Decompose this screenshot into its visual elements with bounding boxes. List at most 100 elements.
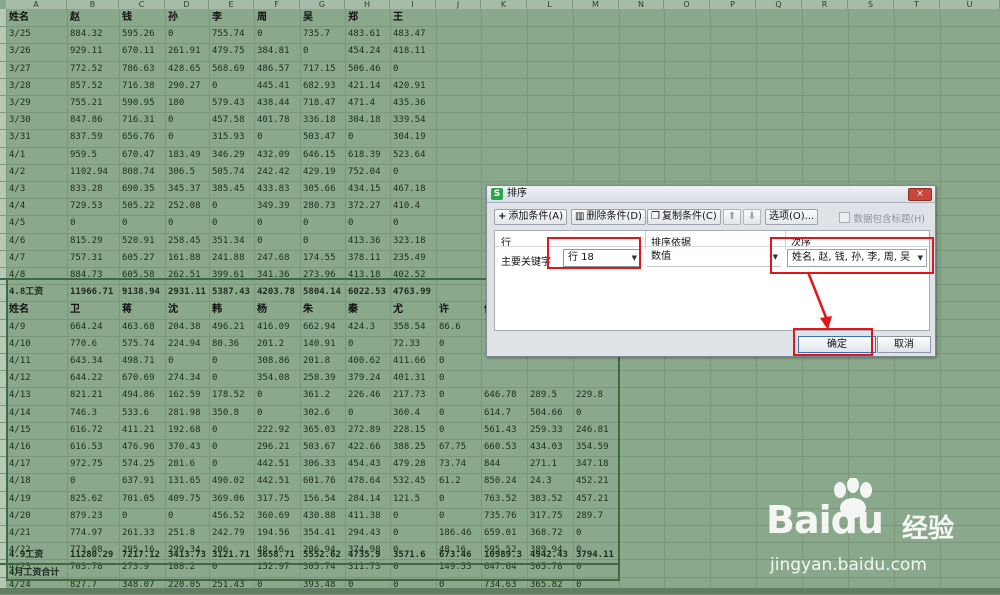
cell[interactable]: 884.73 — [70, 267, 118, 284]
cell[interactable]: 0 — [393, 215, 435, 232]
cell[interactable]: 289.7 — [576, 508, 618, 525]
cell[interactable]: 3/25 — [9, 26, 66, 43]
cell[interactable]: 0 — [439, 336, 480, 353]
column-header-f[interactable]: F — [254, 0, 300, 9]
column-header-c[interactable]: C — [119, 0, 165, 9]
cell[interactable]: 682.93 — [303, 78, 344, 95]
cell[interactable]: 411.66 — [393, 353, 435, 370]
cell[interactable]: 755.74 — [212, 26, 253, 43]
cell[interactable]: 0 — [393, 508, 435, 525]
column-header-l[interactable]: L — [527, 0, 573, 9]
cell[interactable]: 457.58 — [212, 112, 253, 129]
cell[interactable]: 290.27 — [168, 78, 208, 95]
column-header-d[interactable]: D — [165, 0, 209, 9]
cell[interactable]: 670.69 — [122, 370, 164, 387]
cell[interactable]: 959.5 — [70, 147, 118, 164]
cell[interactable]: 0 — [257, 26, 299, 43]
column-header-h[interactable]: H — [345, 0, 390, 9]
cell[interactable]: 0 — [393, 525, 435, 542]
cell[interactable]: 3/27 — [9, 61, 66, 78]
cell[interactable]: 430.88 — [303, 508, 344, 525]
cell[interactable]: 821.21 — [70, 387, 118, 404]
cell[interactable]: 786.63 — [122, 61, 164, 78]
cell[interactable]: 808.74 — [122, 164, 164, 181]
cell[interactable]: 442.51 — [257, 456, 299, 473]
cell[interactable]: 0 — [303, 233, 344, 250]
cell[interactable]: 972.75 — [70, 456, 118, 473]
cell[interactable]: 0 — [393, 61, 435, 78]
cell[interactable]: 0 — [576, 525, 618, 542]
cell[interactable]: 656.76 — [122, 129, 164, 146]
cell[interactable]: 346.29 — [212, 147, 253, 164]
cell[interactable]: 281.6 — [168, 456, 208, 473]
cell[interactable]: 833.28 — [70, 181, 118, 198]
cell[interactable]: 296.21 — [257, 439, 299, 456]
cell[interactable]: 752.04 — [348, 164, 389, 181]
cell[interactable]: 372.27 — [348, 198, 389, 215]
cell[interactable]: 504.66 — [530, 405, 572, 422]
cell[interactable]: 837.59 — [70, 129, 118, 146]
cell[interactable]: 879.23 — [70, 508, 118, 525]
cell[interactable]: 476.96 — [122, 439, 164, 456]
cell[interactable]: 201.2 — [257, 336, 299, 353]
cell[interactable]: 365.03 — [303, 422, 344, 439]
cell[interactable]: 438.44 — [257, 95, 299, 112]
cell[interactable]: 1102.94 — [70, 164, 118, 181]
cell[interactable]: 568.69 — [212, 61, 253, 78]
column-header-k[interactable]: K — [481, 0, 527, 9]
cell[interactable]: 259.33 — [530, 422, 572, 439]
cell[interactable]: 0 — [212, 439, 253, 456]
cell[interactable]: 757.31 — [70, 250, 118, 267]
cell[interactable]: 242.42 — [257, 164, 299, 181]
cell[interactable]: 690.35 — [122, 181, 164, 198]
cell[interactable]: 0 — [439, 422, 480, 439]
cell[interactable]: 178.52 — [212, 387, 253, 404]
cell[interactable]: 222.92 — [257, 422, 299, 439]
cell[interactable]: 662.94 — [303, 319, 344, 336]
cell[interactable]: 341.36 — [257, 267, 299, 284]
cell[interactable]: 杨 — [257, 301, 299, 318]
cell[interactable]: 121.5 — [393, 491, 435, 508]
cell[interactable]: 454.43 — [348, 456, 389, 473]
cell[interactable]: 673.46 — [439, 547, 480, 564]
cell[interactable]: 354.59 — [576, 439, 618, 456]
cell[interactable]: 827.7 — [70, 577, 118, 594]
cell[interactable]: 347.18 — [576, 456, 618, 473]
cell[interactable]: 3794.11 — [576, 547, 618, 564]
cell[interactable]: 4月工资合计 — [9, 565, 66, 582]
cell[interactable]: 5552.62 — [303, 547, 344, 564]
cell[interactable]: 0 — [303, 43, 344, 60]
cell[interactable]: 3/31 — [9, 129, 66, 146]
cell[interactable]: 490.02 — [212, 473, 253, 490]
cell[interactable]: 247.68 — [257, 250, 299, 267]
cell[interactable]: 523.64 — [393, 147, 435, 164]
cell[interactable]: 220.05 — [168, 577, 208, 594]
cell[interactable]: 吴 — [303, 9, 344, 26]
cell[interactable]: 姓名 — [9, 301, 66, 318]
delete-condition-button[interactable]: ▥ 删除条件(D) — [571, 209, 646, 225]
cell[interactable]: 365.82 — [530, 577, 572, 594]
column-header-i[interactable]: I — [390, 0, 436, 9]
cell[interactable]: 735.76 — [484, 508, 526, 525]
cell[interactable]: 670.11 — [122, 43, 164, 60]
cell[interactable]: 沈 — [168, 301, 208, 318]
cell[interactable]: 755.21 — [70, 95, 118, 112]
cell[interactable]: 0 — [212, 456, 253, 473]
cell[interactable]: 360.69 — [257, 508, 299, 525]
column-header-u[interactable]: U — [940, 0, 1000, 9]
cell[interactable]: 304.19 — [393, 129, 435, 146]
cell[interactable]: 0 — [303, 215, 344, 232]
close-button[interactable]: × — [908, 188, 932, 201]
basis-select[interactable]: 数值 ▼ — [647, 249, 781, 267]
cell[interactable]: 4/1 — [9, 147, 66, 164]
cell[interactable]: 644.22 — [70, 370, 118, 387]
cell[interactable]: 0 — [257, 405, 299, 422]
cell[interactable]: 315.93 — [212, 129, 253, 146]
cell[interactable]: 763.52 — [484, 491, 526, 508]
cell[interactable]: 7217.12 — [122, 547, 164, 564]
cell[interactable]: 774.97 — [70, 525, 118, 542]
cell[interactable]: 486.57 — [257, 61, 299, 78]
add-condition-button[interactable]: + 添加条件(A) — [494, 209, 568, 225]
cell[interactable]: 498.71 — [122, 353, 164, 370]
cell[interactable]: 442.51 — [257, 473, 299, 490]
